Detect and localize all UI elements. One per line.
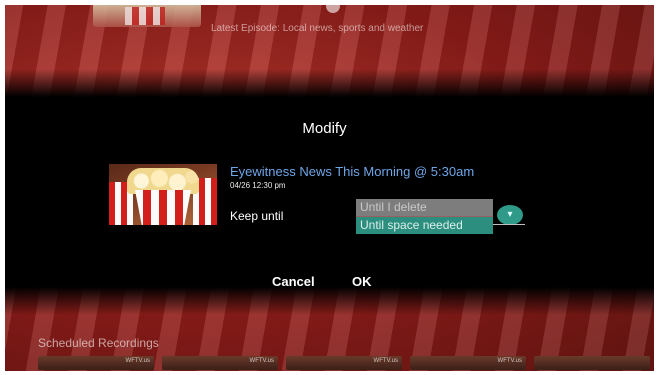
channel-logo: WFTV.us [373, 358, 398, 364]
recording-card[interactable]: WFTV.us [286, 356, 402, 370]
recording-card[interactable]: WFTV.us [162, 356, 278, 370]
keep-until-dropdown[interactable]: Until I delete Until space needed [356, 199, 493, 234]
channel-logo: WFTV.us [249, 358, 274, 364]
scheduled-recordings-heading: Scheduled Recordings [38, 336, 159, 350]
dropdown-underline [493, 224, 525, 225]
background-latest-episode: Latest Episode: Local news, sports and w… [211, 23, 424, 34]
popcorn-cup-image [125, 7, 165, 25]
background-progress-indicator [326, 5, 340, 13]
channel-logo: WFTV.us [125, 358, 150, 364]
program-datetime: 04/26 12:30 pm [230, 181, 286, 190]
channel-logo: WFTV.us [497, 358, 522, 364]
scheduled-recordings-row: WFTV.us WFTV.us WFTV.us WFTV.us [38, 356, 650, 370]
dialog-title: Modify [302, 120, 347, 137]
dropdown-toggle-icon[interactable]: ▾ [497, 205, 523, 225]
recording-card[interactable] [534, 356, 650, 370]
program-title: Eyewitness News This Morning @ 5:30am [230, 164, 475, 179]
recording-card[interactable]: WFTV.us [38, 356, 154, 370]
ok-button[interactable]: OK [352, 274, 372, 289]
keep-until-label: Keep until [230, 209, 284, 223]
background-show-thumbnail [93, 5, 201, 27]
keep-option-until-space-needed[interactable]: Until space needed [356, 217, 493, 234]
popcorn-box [135, 190, 191, 225]
keep-option-until-i-delete[interactable]: Until I delete [356, 199, 493, 217]
recording-card[interactable]: WFTV.us [410, 356, 526, 370]
app-screen: Latest Episode: Local news, sports and w… [5, 5, 654, 371]
cancel-button[interactable]: Cancel [272, 274, 315, 289]
program-thumbnail [109, 164, 217, 225]
modify-dialog [5, 69, 654, 315]
